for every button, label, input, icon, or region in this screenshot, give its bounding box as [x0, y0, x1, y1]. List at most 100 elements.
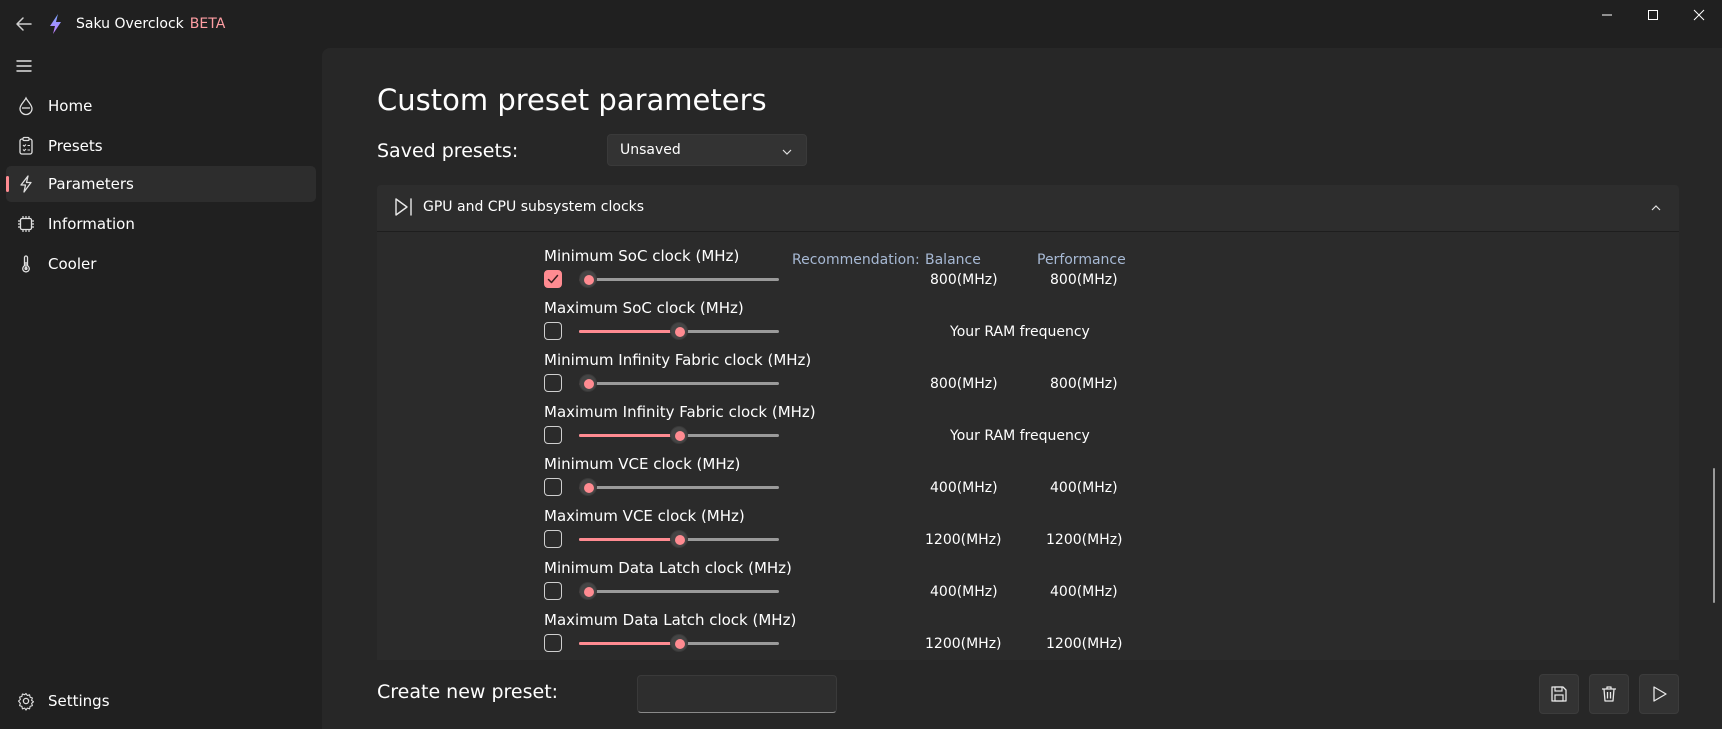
minimize-button[interactable]	[1584, 0, 1630, 30]
thermometer-icon	[16, 254, 36, 274]
balance-value: 1200(MHz)	[925, 532, 1002, 548]
parameter-label: Maximum SoC clock (MHz)	[544, 299, 744, 317]
performance-value: 1200(MHz)	[1046, 636, 1123, 652]
minimize-icon	[1602, 14, 1612, 16]
recommendation-note: Your RAM frequency	[950, 324, 1090, 340]
slider-thumb[interactable]	[579, 478, 597, 496]
dropdown-value: Unsaved	[620, 142, 681, 158]
page-title: Custom preset parameters	[377, 83, 767, 117]
parameter-slider[interactable]	[579, 270, 779, 288]
recommendation-label: Recommendation:	[792, 252, 920, 268]
parameter-slider[interactable]	[579, 582, 779, 600]
performance-column-header: Performance	[1037, 252, 1126, 268]
maximize-icon	[1648, 10, 1658, 20]
scrollbar[interactable]	[1713, 468, 1715, 603]
active-indicator	[6, 176, 9, 192]
sidebar-item-label: Home	[48, 97, 93, 115]
chip-icon	[16, 214, 36, 234]
slider-thumb[interactable]	[670, 634, 688, 652]
sidebar-item-label: Settings	[48, 692, 110, 710]
close-icon	[1693, 9, 1705, 21]
home-icon	[16, 96, 36, 116]
parameter-slider[interactable]	[579, 426, 779, 444]
saved-presets-label: Saved presets:	[377, 140, 519, 162]
main-content: Custom preset parameters Saved presets: …	[322, 48, 1722, 729]
gear-icon	[16, 691, 36, 711]
maximize-button[interactable]	[1630, 0, 1676, 30]
slider-thumb[interactable]	[579, 270, 597, 288]
play-icon	[1653, 686, 1667, 702]
parameter-slider[interactable]	[579, 530, 779, 548]
slider-thumb[interactable]	[670, 530, 688, 548]
parameter-slider[interactable]	[579, 478, 779, 496]
balance-column-header: Balance	[925, 252, 981, 268]
performance-value: 400(MHz)	[1050, 584, 1118, 600]
slider-thumb[interactable]	[670, 322, 688, 340]
sidebar: Home Presets Parameters Information Cool…	[0, 48, 322, 729]
apply-preset-button[interactable]	[1639, 674, 1679, 714]
back-arrow-icon[interactable]	[12, 12, 36, 36]
lightning-icon	[16, 174, 36, 194]
parameter-slider[interactable]	[579, 634, 779, 652]
parameter-checkbox[interactable]	[544, 322, 562, 340]
balance-value: 800(MHz)	[930, 376, 998, 392]
parameter-checkbox[interactable]	[544, 634, 562, 652]
checkmark-icon	[547, 274, 559, 284]
skip-forward-icon	[393, 196, 415, 218]
parameter-label: Minimum SoC clock (MHz)	[544, 247, 740, 265]
performance-value: 400(MHz)	[1050, 480, 1118, 496]
slider-thumb[interactable]	[579, 374, 597, 392]
parameter-checkbox[interactable]	[544, 530, 562, 548]
parameter-checkbox[interactable]	[544, 270, 562, 288]
sidebar-item-presets[interactable]: Presets	[6, 128, 316, 164]
recommendation-note: Your RAM frequency	[950, 428, 1090, 444]
sidebar-item-parameters[interactable]: Parameters	[6, 166, 316, 202]
save-preset-button[interactable]	[1539, 674, 1579, 714]
parameter-checkbox[interactable]	[544, 426, 562, 444]
parameter-label: Minimum Infinity Fabric clock (MHz)	[544, 351, 812, 369]
hamburger-menu-icon[interactable]	[12, 54, 36, 78]
saved-presets-dropdown[interactable]: Unsaved	[607, 134, 807, 166]
parameter-label: Minimum Data Latch clock (MHz)	[544, 559, 792, 577]
performance-value: 800(MHz)	[1050, 272, 1118, 288]
presets-clipboard-icon	[16, 136, 36, 156]
close-button[interactable]	[1676, 0, 1722, 30]
parameter-label: Minimum VCE clock (MHz)	[544, 455, 741, 473]
balance-value: 800(MHz)	[930, 272, 998, 288]
chevron-up-icon[interactable]	[1649, 200, 1663, 214]
parameter-label: Maximum Data Latch clock (MHz)	[544, 611, 797, 629]
sidebar-item-label: Cooler	[48, 255, 97, 273]
balance-value: 400(MHz)	[930, 480, 998, 496]
slider-thumb[interactable]	[579, 582, 597, 600]
clocks-expander: GPU and CPU subsystem clocks Recommendat…	[377, 185, 1679, 660]
parameter-checkbox[interactable]	[544, 374, 562, 392]
sidebar-item-label: Presets	[48, 137, 103, 155]
sidebar-item-cooler[interactable]: Cooler	[6, 246, 316, 282]
trash-icon	[1602, 686, 1616, 702]
expander-title: GPU and CPU subsystem clocks	[423, 199, 645, 215]
save-icon	[1551, 686, 1567, 702]
sidebar-item-information[interactable]: Information	[6, 206, 316, 242]
sidebar-item-label: Information	[48, 215, 135, 233]
create-preset-label: Create new preset:	[377, 681, 559, 703]
beta-badge: BETA	[189, 16, 226, 32]
title-bar: Saku Overclock BETA	[0, 0, 1722, 48]
sidebar-item-label: Parameters	[48, 175, 134, 193]
delete-preset-button[interactable]	[1589, 674, 1629, 714]
slider-thumb[interactable]	[670, 426, 688, 444]
parameter-checkbox[interactable]	[544, 478, 562, 496]
balance-value: 1200(MHz)	[925, 636, 1002, 652]
parameter-checkbox[interactable]	[544, 582, 562, 600]
sidebar-item-home[interactable]: Home	[6, 88, 316, 124]
parameter-label: Maximum VCE clock (MHz)	[544, 507, 745, 525]
app-logo-icon	[47, 12, 65, 36]
expander-header[interactable]: GPU and CPU subsystem clocks	[377, 185, 1679, 232]
performance-value: 800(MHz)	[1050, 376, 1118, 392]
preset-name-input[interactable]	[637, 675, 837, 713]
app-title: Saku Overclock BETA	[76, 16, 226, 32]
parameter-slider[interactable]	[579, 374, 779, 392]
sidebar-item-settings[interactable]: Settings	[6, 683, 316, 719]
balance-value: 400(MHz)	[930, 584, 998, 600]
parameter-slider[interactable]	[579, 322, 779, 340]
performance-value: 1200(MHz)	[1046, 532, 1123, 548]
